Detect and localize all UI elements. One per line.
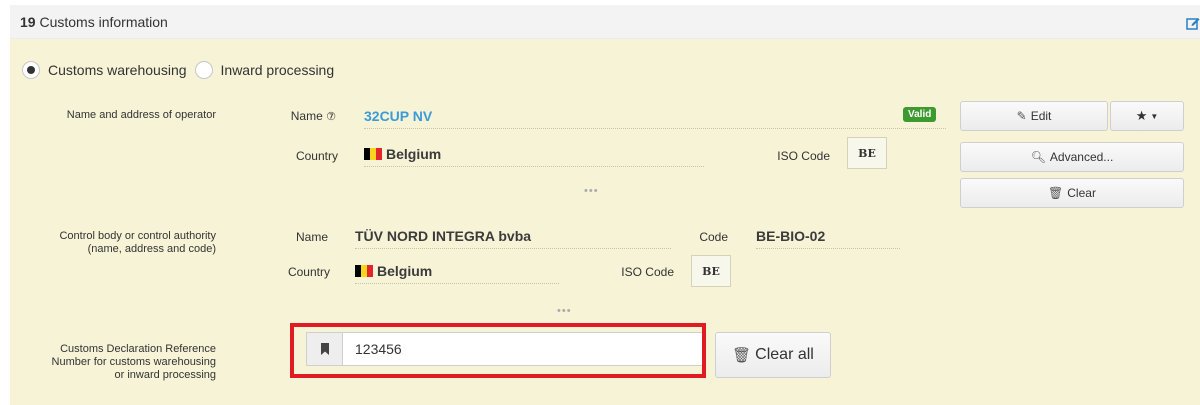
control-body-label-line1: Control body or control authority [59,230,216,242]
clear-all-button-label: Clear all [755,346,814,363]
cdr-input-group [306,332,704,366]
operator-row-label: Name and address of operator [66,109,216,121]
section-title: Customs information [39,14,168,30]
regime-radio-group: Customs warehousing Inward processing [22,61,342,79]
control-body-country-value: Belgium [355,263,559,284]
radio-label-customs-warehousing[interactable]: Customs warehousing [48,62,187,78]
cdr-label-line3: or inward processing [114,369,217,381]
operator-name-value[interactable]: 32CUP NV [364,108,946,129]
advanced-button-label: Advanced... [1049,150,1114,164]
radio-label-inward-processing[interactable]: Inward processing [221,62,335,78]
status-badge: Valid [903,107,937,122]
control-body-country-label: Country [287,265,330,279]
control-body-code-label: Code [699,230,728,244]
radio-inward-processing[interactable] [194,61,213,79]
operator-name-label: Name ⑦ [286,109,336,123]
control-body-label-line2: (name, address and code) [87,243,216,255]
control-body-name-value: TÜV NORD INTEGRA bvba [355,228,671,249]
control-body-code-value: BE-BIO-02 [756,228,900,249]
control-body-row-label: Control body or control authority (name,… [30,230,216,256]
control-body-iso-value: BE [691,255,731,287]
operator-iso-label: ISO Code [777,149,830,163]
caret-down-icon: ▼ [1150,111,1159,121]
cdr-label-line1: Customs Declaration Reference [60,343,216,355]
panel-title: 19 Customs information [20,14,168,30]
search-icon: 🔍︎ [1030,150,1046,164]
control-body-name-label: Name [295,230,328,244]
belgium-flag-icon [355,265,373,277]
trash-icon: 🗑︎ [1048,186,1064,200]
radio-customs-warehousing[interactable] [22,61,40,79]
edit-icon[interactable] [1186,16,1200,30]
operator-name-label-text: Name [290,109,323,123]
cdr-row-label: Customs Declaration Reference Number for… [30,343,216,382]
cdr-input[interactable] [343,333,703,365]
clear-button-label: Clear [1067,186,1096,200]
panel-header: 19 Customs information [10,5,1200,39]
edit-button-label: Edit [1030,109,1052,123]
cdr-label-line2: Number for customs warehousing [51,356,216,368]
edit-icon: ✎ [1016,109,1027,123]
favorites-dropdown-button[interactable]: ★ ▼ [1110,101,1184,131]
edit-button[interactable]: ✎ Edit [960,101,1108,131]
clear-button[interactable]: 🗑︎ Clear [960,178,1184,208]
trash-icon: 🗑︎ [732,347,752,364]
operator-country-value: Belgium [364,146,704,167]
section-number: 19 [20,14,36,30]
operator-more-dots[interactable]: ••• [584,185,599,197]
bookmark-icon [307,333,343,365]
help-icon[interactable]: ⑦ [326,111,336,123]
control-body-country-text: Belgium [377,263,433,279]
operator-iso-value: BE [847,137,887,169]
operator-country-text: Belgium [386,146,442,162]
advanced-button[interactable]: 🔍︎ Advanced... [960,142,1184,172]
belgium-flag-icon [364,148,382,160]
star-icon: ★ [1135,108,1148,123]
operator-country-label: Country [295,149,338,163]
control-body-iso-label: ISO Code [621,265,674,279]
control-body-more-dots[interactable]: ••• [557,305,572,317]
clear-all-button[interactable]: 🗑︎ Clear all [715,332,831,378]
